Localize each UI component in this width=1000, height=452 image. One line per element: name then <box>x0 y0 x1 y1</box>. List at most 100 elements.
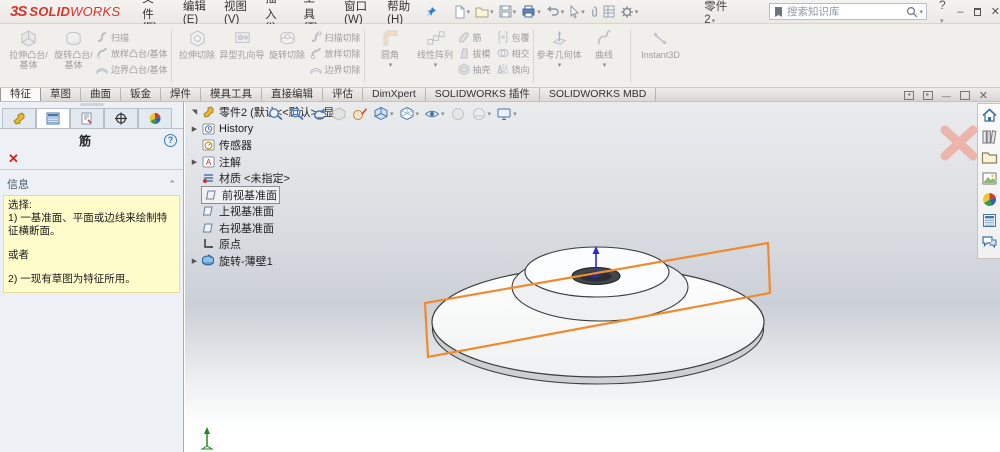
tab-solidworks-add-ins[interactable]: SOLIDWORKS 插件 <box>426 88 540 101</box>
design-library-icon[interactable] <box>981 128 998 145</box>
view-palette-icon[interactable] <box>981 170 998 187</box>
save-button[interactable]: ▾ <box>497 3 519 20</box>
tree-item-right-plane[interactable]: 右视基准面 <box>188 220 388 237</box>
zoom-to-fit-icon[interactable] <box>268 106 284 122</box>
appearances-scenes-icon[interactable] <box>981 191 998 208</box>
search-options-caret[interactable]: ▾ <box>919 8 923 16</box>
view-orientation-button[interactable]: ▾ <box>373 106 394 122</box>
select-button[interactable]: ▾ <box>567 3 587 20</box>
tree-item-revolve-thin[interactable]: ▶ 旋转-薄壁1 <box>188 253 388 270</box>
collapse-section-icon[interactable]: ⌃ <box>168 179 176 190</box>
tab-feature-manager[interactable] <box>2 108 36 128</box>
revolved-cut-button[interactable]: 旋转切除 <box>265 27 310 85</box>
previous-view-icon[interactable] <box>310 106 326 122</box>
mirror-button[interactable]: 镜向 <box>497 63 530 75</box>
lofted-boss-button[interactable]: 放样凸台/基体 <box>96 47 168 59</box>
help-icon[interactable]: ? <box>164 134 177 147</box>
document-restore-icon[interactable] <box>960 91 970 100</box>
expand-arrow-icon[interactable]: ▶ <box>188 257 201 265</box>
home-icon[interactable] <box>981 107 998 124</box>
tab-sheet-metal[interactable]: 钣金 <box>121 88 161 101</box>
revolved-boss-button[interactable]: 旋转凸台/基体 <box>51 27 96 85</box>
section-view-icon[interactable] <box>331 106 347 122</box>
tree-item-history[interactable]: ▶ History <box>188 121 388 138</box>
apply-scene-button[interactable]: ▾ <box>471 106 492 122</box>
document-close-icon[interactable]: ✕ <box>979 89 988 102</box>
swept-cut-button[interactable]: 扫描切除 <box>310 31 361 43</box>
document-minimize-icon[interactable]: — <box>942 91 951 101</box>
boundary-boss-button[interactable]: 边界凸台/基体 <box>96 63 168 75</box>
display-style-button[interactable]: ▾ <box>399 106 420 122</box>
edit-appearance-icon[interactable] <box>352 106 368 122</box>
intersect-button[interactable]: 相交 <box>497 47 530 59</box>
minimize-button[interactable]: – <box>957 6 963 18</box>
shell-button[interactable]: 抽壳 <box>458 63 491 75</box>
draft-button[interactable]: 拔模 <box>458 47 491 59</box>
tab-display-manager[interactable] <box>138 108 172 128</box>
search-icon[interactable] <box>906 6 918 18</box>
instant3d-button[interactable]: Instant3D <box>634 27 688 85</box>
tree-item-front-plane[interactable]: 前视基准面 <box>188 187 388 204</box>
apply-appearance-icon[interactable] <box>450 106 466 122</box>
new-document-button[interactable]: ▾ <box>451 3 473 21</box>
restore-button[interactable] <box>974 8 981 16</box>
swept-boss-button[interactable]: 扫描 <box>96 31 168 43</box>
quick-access-toolbar: ▾ ▾ ▾ ▾ ▾ ▾ ▾ <box>451 3 641 21</box>
tree-item-annotations[interactable]: ▶ A 注解 <box>188 154 388 171</box>
tab-dimxpert[interactable]: DimXpert <box>363 88 426 101</box>
tree-item-origin[interactable]: 原点 <box>188 236 388 253</box>
tab-evaluate[interactable]: 评估 <box>323 88 363 101</box>
tab-weldments[interactable]: 焊件 <box>161 88 201 101</box>
cancel-command-button[interactable]: ✕ <box>0 151 183 167</box>
tab-direct-editing[interactable]: 直接编辑 <box>262 88 323 101</box>
extruded-boss-button[interactable]: 拉伸凸台/基体 <box>6 27 51 85</box>
tab-mold-tools[interactable]: 模具工具 <box>201 88 262 101</box>
message-line: 选择: <box>8 199 175 212</box>
expand-arrow-icon[interactable]: ▶ <box>188 125 201 133</box>
options-gear-button[interactable]: ▾ <box>618 3 641 21</box>
expand-arrow-icon[interactable]: ▶ <box>188 158 201 166</box>
curves-button[interactable]: 曲线▾ <box>582 27 627 85</box>
reference-geometry-button[interactable]: 参考几何体▾ <box>537 27 582 85</box>
fillet-button[interactable]: 圆角▾ <box>368 27 413 85</box>
tab-configuration-manager[interactable] <box>70 108 104 128</box>
tree-item-sensors[interactable]: 传感器 <box>188 137 388 154</box>
tree-item-material[interactable]: 材质 <未指定> <box>188 170 388 187</box>
hide-show-items-button[interactable]: ▾ <box>424 106 445 122</box>
undo-button[interactable]: ▾ <box>544 3 567 20</box>
view-settings-button[interactable]: ▾ <box>496 106 517 122</box>
open-document-button[interactable]: ▾ <box>473 3 496 20</box>
tree-item-top-plane[interactable]: 上视基准面 <box>188 203 388 220</box>
forum-icon[interactable] <box>981 233 998 250</box>
table-icon[interactable] <box>601 3 617 20</box>
collapse-arrow-icon[interactable]: ◥ <box>188 108 201 116</box>
print-button[interactable]: ▾ <box>519 3 543 20</box>
tab-surfaces[interactable]: 曲面 <box>81 88 121 101</box>
previous-document-icon[interactable]: ◂ <box>904 91 914 100</box>
zoom-to-area-icon[interactable] <box>289 106 305 122</box>
tab-property-manager[interactable] <box>36 108 70 128</box>
help-button[interactable]: ?▾ <box>939 0 947 26</box>
document-name-label[interactable]: 零件2▾ <box>704 0 729 26</box>
linear-pattern-button[interactable]: 线性阵列▾ <box>413 27 458 85</box>
search-input[interactable] <box>787 6 906 18</box>
close-button[interactable]: ✕ <box>991 5 1000 18</box>
panel-resize-grip[interactable] <box>80 103 104 106</box>
task-pane <box>977 103 1000 259</box>
pin-menu-icon[interactable] <box>425 6 437 18</box>
wrap-button[interactable]: 包覆 <box>497 31 530 43</box>
file-explorer-icon[interactable] <box>981 149 998 166</box>
attachment-icon[interactable] <box>588 3 600 20</box>
hole-wizard-button[interactable]: 异型孔向导 <box>220 27 265 85</box>
tab-sketch[interactable]: 草图 <box>41 88 81 101</box>
custom-properties-icon[interactable] <box>981 212 998 229</box>
lofted-cut-button[interactable]: 放样切除 <box>310 47 361 59</box>
next-document-icon[interactable]: ▸ <box>923 91 933 100</box>
confirmation-corner-cancel[interactable] <box>936 122 982 164</box>
tab-features[interactable]: 特征 <box>0 88 41 101</box>
tab-dimxpert-manager[interactable] <box>104 108 138 128</box>
tab-solidworks-mbd[interactable]: SOLIDWORKS MBD <box>540 88 656 101</box>
boundary-cut-button[interactable]: 边界切除 <box>310 63 361 75</box>
rib-button[interactable]: 筋 <box>458 31 491 43</box>
extruded-cut-button[interactable]: 拉伸切除 <box>175 27 220 85</box>
